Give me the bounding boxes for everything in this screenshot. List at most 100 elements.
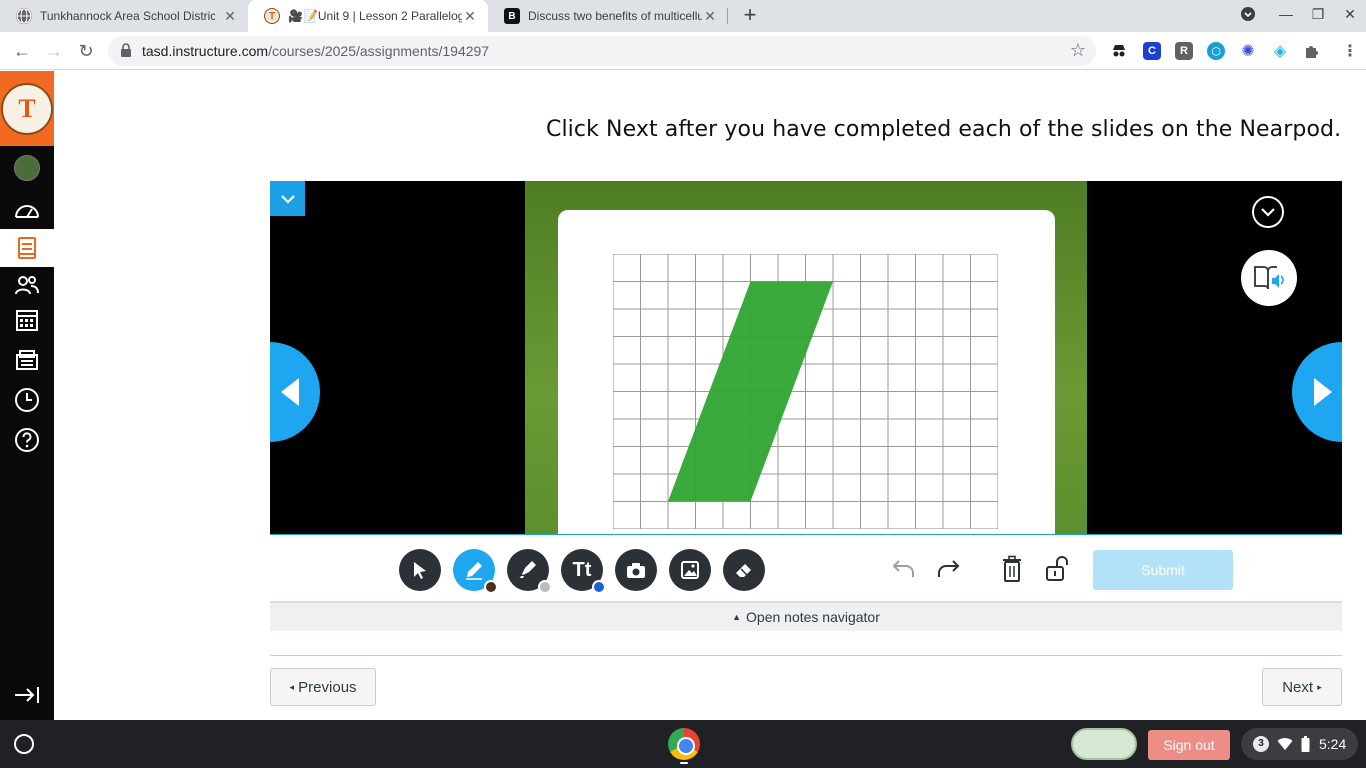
previous-button[interactable]: ◂ Previous [270, 668, 376, 706]
drawing-toolbar: Tt Submit [270, 536, 1342, 602]
caret-right-icon: ▸ [1317, 681, 1322, 692]
brainly-icon: B [504, 8, 520, 24]
sign-out-button[interactable]: Sign out [1148, 730, 1230, 760]
pen-tool-button[interactable] [453, 549, 498, 594]
undo-button[interactable] [889, 554, 919, 584]
gear-extension-icon[interactable]: ✺ [1239, 42, 1257, 60]
school-logo[interactable]: T [0, 71, 54, 146]
nav-groups[interactable] [0, 266, 54, 304]
browser-tab-2[interactable]: T 🎥📝Unit 9 | Lesson 2 Parallelograms ✕ [248, 0, 488, 32]
school-logo-icon: T [264, 8, 280, 24]
caret-up-icon: ▲ [732, 612, 742, 622]
highlighter-icon [520, 561, 536, 578]
wifi-icon [1277, 738, 1293, 750]
submit-button[interactable]: Submit [1093, 550, 1233, 590]
slide-menu-toggle[interactable] [270, 181, 305, 216]
open-notes-navigator[interactable]: ▲ Open notes navigator [270, 601, 1342, 631]
read-aloud-icon [1254, 266, 1284, 290]
image-tool-button[interactable] [669, 549, 711, 591]
browser-tab-1[interactable]: Tunkhannock Area School District ✕ [0, 0, 248, 32]
back-icon[interactable]: ← [10, 39, 34, 63]
next-label: Next [1282, 678, 1314, 696]
browser-tab-strip: Tunkhannock Area School District ✕ T 🎥📝U… [0, 0, 1366, 32]
tab-title: 🎥📝Unit 9 | Lesson 2 Parallelograms [288, 9, 463, 23]
tab-separator [727, 8, 728, 24]
eraser-icon [736, 564, 751, 577]
puzzle-icon[interactable] [1303, 42, 1321, 60]
highlighter-tool-button[interactable] [507, 549, 552, 594]
module-footer-divider [270, 655, 1342, 656]
nav-account[interactable] [0, 149, 54, 187]
clock-icon [15, 388, 39, 412]
caret-left-icon: ◂ [289, 681, 294, 692]
status-tray[interactable]: 3 5:24 [1241, 728, 1358, 760]
trash-icon [1003, 555, 1021, 582]
cursor-icon [414, 562, 426, 579]
lock-button[interactable] [1043, 554, 1073, 584]
select-tool-button[interactable] [399, 549, 441, 591]
next-slide-button[interactable] [1292, 342, 1342, 442]
diamond-extension-icon[interactable]: ◈ [1271, 42, 1289, 60]
url-text: tasd.instructure.com/courses/2025/assign… [142, 43, 489, 59]
highlighter-color-swatch[interactable] [538, 580, 552, 594]
collapse-header-button[interactable] [1252, 196, 1284, 228]
text-color-swatch[interactable] [592, 580, 606, 594]
courses-book-icon [18, 237, 36, 259]
tab-title: Discuss two benefits of multicellular [528, 9, 703, 23]
maximize-icon[interactable]: ❐ [1308, 6, 1328, 23]
nearpod-player [270, 181, 1342, 535]
os-shelf: Sign out 3 5:24 [0, 720, 1366, 768]
next-button[interactable]: Next ▸ [1262, 668, 1342, 706]
previous-slide-button[interactable] [270, 342, 320, 442]
redo-icon [938, 560, 960, 577]
spy-extension-icon[interactable] [1110, 42, 1128, 60]
nav-dashboard[interactable] [0, 191, 54, 229]
tab-search-icon[interactable] [1238, 6, 1258, 25]
launcher-button[interactable] [14, 734, 34, 754]
calendar-icon [16, 310, 38, 331]
delete-button[interactable] [997, 554, 1027, 584]
notification-count-badge: 3 [1253, 736, 1269, 752]
close-window-icon[interactable]: ✕ [1340, 6, 1360, 23]
forward-icon[interactable]: → [42, 39, 66, 63]
assignment-instructions: Click Next after you have completed each… [546, 117, 1342, 142]
eraser-tool-button[interactable] [723, 549, 765, 591]
address-bar[interactable]: tasd.instructure.com/courses/2025/assign… [108, 36, 1096, 66]
holding-space-thumbnail[interactable] [1071, 728, 1137, 760]
pen-color-swatch[interactable] [484, 580, 498, 594]
help-icon [15, 428, 39, 452]
tab-title: Tunkhannock Area School District [40, 9, 215, 23]
menu-kebab-icon[interactable]: ⋮ [1341, 42, 1359, 60]
dashboard-icon [15, 205, 39, 218]
read-aloud-button[interactable] [1241, 250, 1297, 306]
close-tab-icon[interactable]: ✕ [222, 8, 238, 24]
nav-inbox[interactable] [0, 341, 54, 379]
collapse-nav-button[interactable] [0, 676, 54, 714]
minimize-icon[interactable]: — [1276, 6, 1296, 22]
extension-r-icon[interactable]: R [1175, 42, 1193, 60]
browser-tab-3[interactable]: B Discuss two benefits of multicellular … [488, 0, 728, 32]
redo-button[interactable] [933, 554, 963, 584]
camera-icon [627, 563, 645, 578]
reload-icon[interactable]: ↻ [74, 39, 98, 63]
chrome-app-icon[interactable] [668, 728, 700, 760]
groups-icon [15, 276, 39, 295]
notes-navigator-label: Open notes navigator [746, 609, 880, 625]
url-host: tasd.instructure.com [142, 43, 269, 59]
camera-tool-button[interactable] [615, 549, 657, 591]
global-navigation: T [0, 71, 54, 720]
close-tab-icon[interactable]: ✕ [462, 8, 478, 24]
text-tool-button[interactable]: Tt [561, 549, 606, 594]
browser-toolbar: ← → ↻ tasd.instructure.com/courses/2025/… [0, 32, 1366, 70]
new-tab-button[interactable]: + [738, 4, 762, 28]
close-tab-icon[interactable]: ✕ [702, 8, 718, 24]
bookmark-star-icon[interactable]: ☆ [1070, 40, 1086, 61]
nav-history[interactable] [0, 381, 54, 419]
inbox-icon [16, 350, 38, 370]
nav-help[interactable] [0, 421, 54, 459]
extension-c-icon[interactable]: C [1143, 42, 1161, 60]
nav-calendar[interactable] [0, 301, 54, 339]
parallelogram-grid [613, 254, 998, 529]
hex-extension-icon[interactable]: ⬡ [1207, 42, 1225, 60]
nav-courses[interactable] [0, 229, 54, 267]
